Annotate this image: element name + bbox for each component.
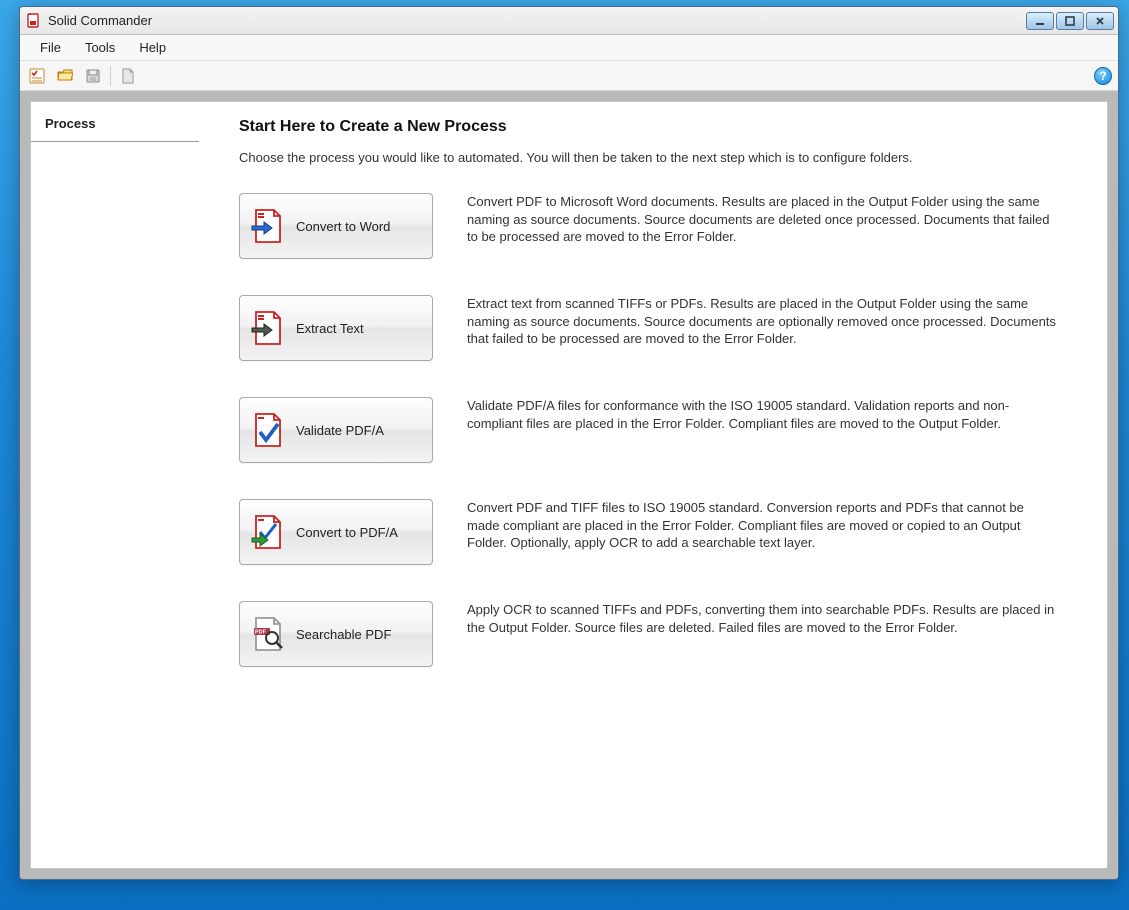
searchable-pdf-icon: PDF <box>250 616 286 652</box>
svg-text:PDF: PDF <box>255 630 267 636</box>
process-label: Extract Text <box>296 321 364 336</box>
process-description: Convert PDF and TIFF files to ISO 19005 … <box>467 499 1057 552</box>
process-description: Convert PDF to Microsoft Word documents.… <box>467 193 1057 246</box>
process-label: Convert to PDF/A <box>296 525 398 540</box>
process-label: Searchable PDF <box>296 627 391 642</box>
save-icon[interactable] <box>82 65 104 87</box>
help-icon[interactable]: ? <box>1094 67 1112 85</box>
sidebar: Process <box>31 102 199 868</box>
client-area: Process Start Here to Create a New Proce… <box>20 91 1118 879</box>
app-window: Solid Commander File Tools Help ? <box>19 6 1119 880</box>
menu-help[interactable]: Help <box>127 36 178 59</box>
menu-tools[interactable]: Tools <box>73 36 127 59</box>
document-icon[interactable] <box>117 65 139 87</box>
minimize-button[interactable] <box>1026 12 1054 30</box>
extract-text-icon <box>250 310 286 346</box>
process-row-extract-text: Extract Text Extract text from scanned T… <box>239 295 1083 361</box>
toolbar: ? <box>20 61 1118 91</box>
process-description: Apply OCR to scanned TIFFs and PDFs, con… <box>467 601 1057 636</box>
main-heading: Start Here to Create a New Process <box>239 118 1083 136</box>
titlebar[interactable]: Solid Commander <box>20 7 1118 35</box>
window-title: Solid Commander <box>48 13 1026 28</box>
content-panel: Process Start Here to Create a New Proce… <box>30 101 1108 869</box>
sidebar-item-process[interactable]: Process <box>31 102 199 142</box>
process-row-convert-to-pdfa: Convert to PDF/A Convert PDF and TIFF fi… <box>239 499 1083 565</box>
maximize-button[interactable] <box>1056 12 1084 30</box>
checklist-icon[interactable] <box>26 65 48 87</box>
searchable-pdf-button[interactable]: PDF Searchable PDF <box>239 601 433 667</box>
process-label: Validate PDF/A <box>296 423 384 438</box>
menu-file[interactable]: File <box>28 36 73 59</box>
app-icon <box>26 13 42 29</box>
convert-to-word-icon <box>250 208 286 244</box>
folder-open-icon[interactable] <box>54 65 76 87</box>
main-panel: Start Here to Create a New Process Choos… <box>199 102 1107 868</box>
convert-to-pdfa-button[interactable]: Convert to PDF/A <box>239 499 433 565</box>
window-controls <box>1026 12 1114 30</box>
process-row-searchable-pdf: PDF Searchable PDF Apply OCR to scanned … <box>239 601 1083 667</box>
close-button[interactable] <box>1086 12 1114 30</box>
menubar: File Tools Help <box>20 35 1118 61</box>
process-row-validate-pdfa: Validate PDF/A Validate PDF/A files for … <box>239 397 1083 463</box>
validate-pdfa-button[interactable]: Validate PDF/A <box>239 397 433 463</box>
process-description: Validate PDF/A files for conformance wit… <box>467 397 1057 432</box>
extract-text-button[interactable]: Extract Text <box>239 295 433 361</box>
convert-to-pdfa-icon <box>250 514 286 550</box>
process-label: Convert to Word <box>296 219 390 234</box>
process-description: Extract text from scanned TIFFs or PDFs.… <box>467 295 1057 348</box>
validate-pdfa-icon <box>250 412 286 448</box>
process-row-convert-to-word: Convert to Word Convert PDF to Microsoft… <box>239 193 1083 259</box>
convert-to-word-button[interactable]: Convert to Word <box>239 193 433 259</box>
main-subtitle: Choose the process you would like to aut… <box>239 150 1083 165</box>
